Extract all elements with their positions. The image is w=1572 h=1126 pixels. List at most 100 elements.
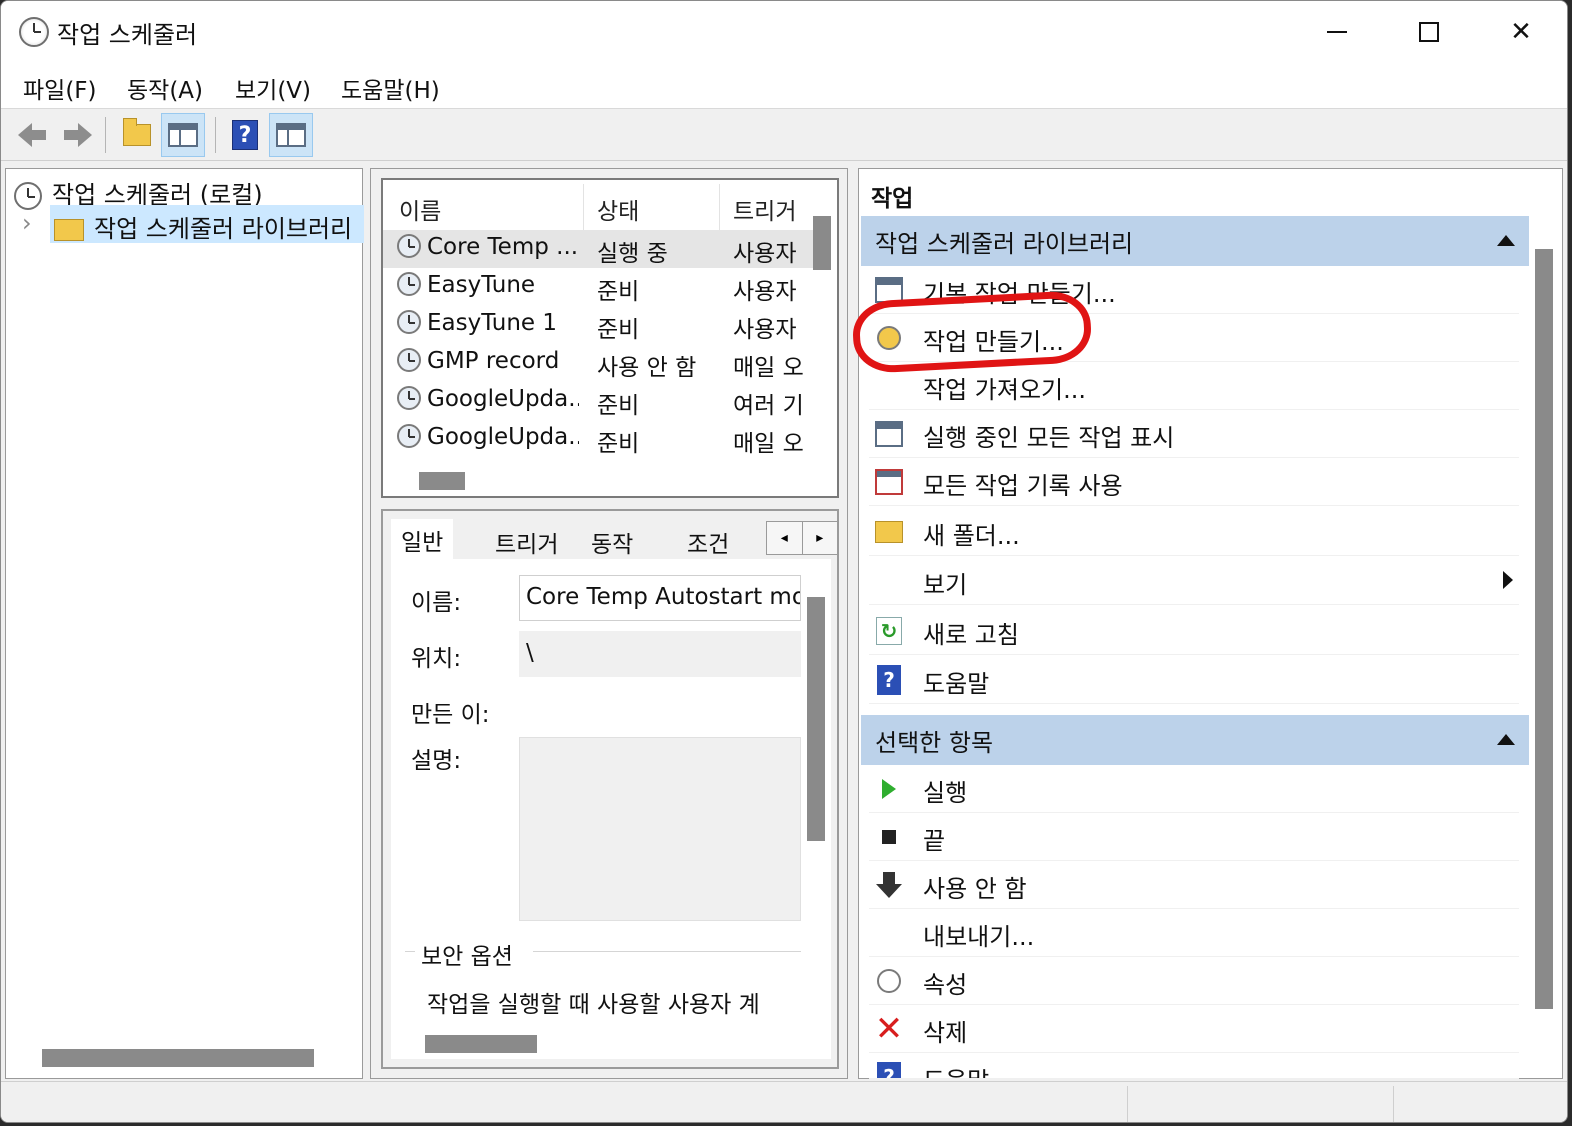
show-hide-console-tree-icon [168, 123, 198, 147]
help-button[interactable]: ? [223, 113, 267, 157]
tree-expander-chevron-icon[interactable]: › [22, 209, 32, 237]
action-create-basic-task[interactable]: 기본 작업 만들기... [869, 266, 1519, 314]
maximize-button[interactable] [1383, 1, 1475, 63]
task-clock-icon [397, 348, 421, 372]
task-history-icon [873, 466, 905, 498]
help-icon: ? [232, 120, 258, 150]
collapse-triangle-icon[interactable] [1497, 734, 1515, 745]
name-field[interactable]: Core Temp Autostart mons [519, 575, 801, 621]
action-import-task[interactable]: 작업 가져오기... [869, 362, 1519, 410]
action-label: 작업 가져오기... [923, 376, 1086, 404]
toolbar-separator [105, 117, 106, 153]
details-vertical-scrollbar[interactable] [807, 597, 825, 841]
disable-icon [873, 869, 905, 901]
column-separator[interactable] [719, 184, 720, 230]
show-hide-action-pane-icon [276, 123, 306, 147]
action-display-running-tasks[interactable]: 실행 중인 모든 작업 표시 [869, 410, 1519, 458]
show-hide-console-tree-button[interactable] [161, 113, 205, 157]
action-help-selected[interactable]: ? 도움말 [869, 1053, 1519, 1079]
task-row[interactable]: EasyTune 1 준비 사용자 [383, 306, 813, 344]
tab-triggers[interactable]: 트리거 [495, 525, 558, 559]
minimize-button[interactable] [1291, 1, 1383, 63]
action-label: 도움말 [923, 1061, 989, 1078]
description-label: 설명: [411, 748, 462, 774]
task-list: 이름 상태 트리거 Core Temp ... 실행 중 사용자 EasyTun… [381, 178, 839, 498]
refresh-icon: ↻ [873, 615, 905, 647]
task-row[interactable]: GoogleUpda... 준비 여러 기 [383, 382, 813, 420]
show-hide-action-pane-button[interactable] [269, 113, 313, 157]
tab-scroll-left-icon[interactable]: ◂ [767, 522, 803, 554]
task-row[interactable]: Core Temp ... 실행 중 사용자 [383, 230, 813, 268]
action-create-task[interactable]: 작업 만들기... [869, 314, 1519, 362]
details-horizontal-scrollbar[interactable] [425, 1035, 537, 1053]
task-list-vertical-scrollbar[interactable] [813, 216, 831, 270]
library-folder-icon [54, 219, 84, 241]
tab-conditions[interactable]: 조건 [687, 525, 729, 559]
action-enable-task-history[interactable]: 모든 작업 기록 사용 [869, 458, 1519, 506]
help-icon: ? [873, 1061, 905, 1078]
column-separator[interactable] [583, 184, 584, 230]
collapse-triangle-icon[interactable] [1497, 235, 1515, 246]
tree-item-library[interactable]: 작업 스케줄러 라이브러리 [54, 209, 352, 244]
action-end[interactable]: 끝 [869, 813, 1519, 861]
action-label: 끝 [923, 827, 946, 855]
actions-vertical-scrollbar[interactable] [1535, 249, 1553, 1009]
action-delete[interactable]: ✕ 삭제 [869, 1005, 1519, 1053]
task-row[interactable]: EasyTune 준비 사용자 [383, 268, 813, 306]
back-button[interactable] [9, 113, 53, 157]
column-header-status[interactable]: 상태 [597, 192, 639, 226]
task-clock-icon [397, 310, 421, 334]
action-new-folder[interactable]: 새 폴더... [869, 508, 1519, 556]
menu-action[interactable]: 동작(A) [127, 71, 203, 105]
menu-file[interactable]: 파일(F) [23, 71, 97, 105]
action-label: 실행 [923, 779, 968, 807]
section-header-selected-item[interactable]: 선택한 항목 [861, 715, 1529, 765]
action-disable[interactable]: 사용 안 함 [869, 861, 1519, 909]
close-icon: ✕ [1510, 17, 1532, 47]
security-group-border [533, 951, 801, 952]
task-clock-icon [397, 386, 421, 410]
tab-actions[interactable]: 동작 [591, 525, 633, 559]
column-header-name[interactable]: 이름 [399, 192, 441, 226]
status-separator [1127, 1086, 1128, 1122]
up-one-level-button[interactable] [115, 113, 159, 157]
action-label: 기본 작업 만들기... [923, 280, 1116, 308]
tab-scroll-right-icon[interactable]: ▸ [802, 522, 837, 554]
section-header-library[interactable]: 작업 스케줄러 라이브러리 [861, 216, 1529, 266]
window-title: 작업 스케줄러 [57, 21, 198, 49]
location-label: 위치: [411, 646, 462, 672]
menu-view[interactable]: 보기(V) [235, 71, 311, 105]
action-help[interactable]: ? 도움말 [869, 656, 1519, 704]
maximize-icon [1419, 22, 1439, 42]
submenu-arrow-icon [1503, 571, 1513, 589]
create-basic-task-icon [873, 274, 905, 306]
back-arrow-icon [18, 123, 46, 147]
task-list-horizontal-scrollbar[interactable] [419, 472, 465, 490]
location-field: \ [519, 631, 801, 677]
name-label: 이름: [411, 590, 462, 616]
tree-horizontal-scrollbar[interactable] [42, 1049, 314, 1067]
action-run[interactable]: 실행 [869, 765, 1519, 813]
task-trigger: 사용자 [733, 241, 797, 267]
menu-bar: 파일(F) 동작(A) 보기(V) 도움말(H) [1, 63, 1567, 109]
menu-help[interactable]: 도움말(H) [341, 71, 440, 105]
action-export[interactable]: 내보내기... [869, 909, 1519, 957]
description-field[interactable] [519, 737, 801, 921]
task-status: 준비 [597, 317, 640, 343]
actions-pane: 작업 작업 스케줄러 라이브러리 기본 작업 만들기... 작업 만들기... … [858, 168, 1563, 1079]
title-bar: 작업 스케줄러 ✕ [1, 1, 1567, 63]
task-scheduler-window: 작업 스케줄러 ✕ 파일(F) 동작(A) 보기(V) 도움말(H) ? 작업 … [0, 0, 1568, 1123]
action-refresh[interactable]: ↻ 새로 고침 [869, 607, 1519, 655]
task-status: 사용 안 함 [597, 355, 697, 381]
forward-button[interactable] [55, 113, 99, 157]
task-clock-icon [397, 272, 421, 296]
action-properties[interactable]: 속성 [869, 957, 1519, 1005]
task-row[interactable]: GoogleUpda... 준비 매일 오 [383, 420, 813, 458]
delete-icon: ✕ [874, 1009, 904, 1049]
task-status: 준비 [597, 279, 640, 305]
close-button[interactable]: ✕ [1475, 1, 1567, 63]
action-view[interactable]: 보기 [869, 557, 1519, 605]
column-header-trigger[interactable]: 트리거 [733, 192, 796, 226]
create-task-icon [873, 322, 905, 354]
task-row[interactable]: GMP record 사용 안 함 매일 오 [383, 344, 813, 382]
